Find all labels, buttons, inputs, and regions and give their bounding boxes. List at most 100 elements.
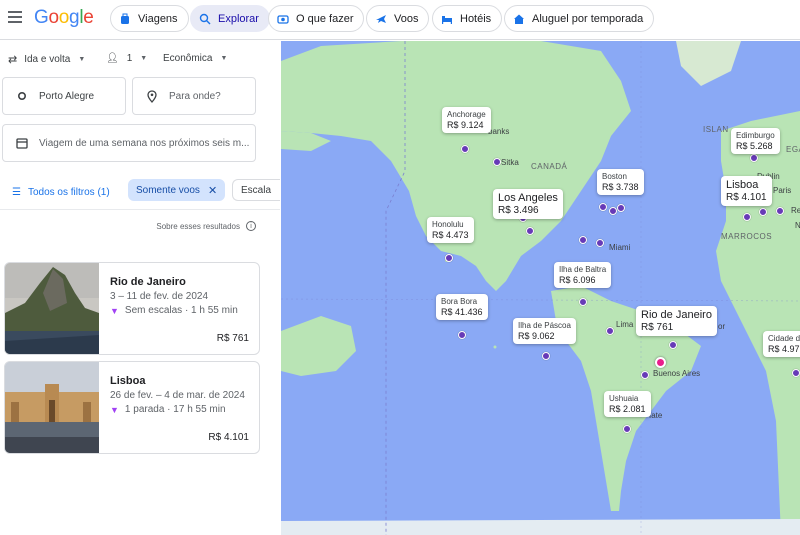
- nav-label: O que fazer: [296, 12, 354, 25]
- nav-label: Voos: [394, 12, 419, 25]
- house-icon: [513, 13, 525, 25]
- bubble-price: R$ 3.496: [498, 205, 539, 216]
- result-card-rio[interactable]: Rio de Janeiro 3 – 11 de fev. de 2024 ▼ …: [4, 262, 260, 355]
- filter-icon: ☰: [12, 187, 21, 198]
- filter-chip-escalas[interactable]: Escala: [232, 179, 280, 201]
- map-pin[interactable]: [669, 341, 677, 349]
- nav-label: Hotéis: [460, 12, 492, 25]
- map-label-miami: Miami: [609, 243, 631, 252]
- price-bubble-cidade[interactable]: Cidade d R$ 4.97: [763, 331, 800, 357]
- top-bar: Google Viagens Explorar O que fazer Voos…: [0, 0, 800, 40]
- map-label-or: or: [718, 322, 726, 331]
- price-bubble-honolulu[interactable]: Honolulu R$ 4.473: [427, 217, 474, 243]
- filter-chip-somente-voos[interactable]: Somente voos ✕: [128, 179, 226, 201]
- map-pin[interactable]: [776, 207, 784, 215]
- result-price: R$ 761: [216, 333, 249, 344]
- map-label-n: N: [795, 221, 800, 230]
- airline-icon: ▼: [110, 305, 119, 316]
- all-filters-label: Todos os filtros (1): [27, 187, 110, 198]
- map-pin[interactable]: [743, 213, 751, 221]
- result-stops: ▼ Sem escalas · 1 h 55 min: [110, 305, 238, 316]
- passengers-select[interactable]: 👤︎ 1 ▼: [106, 53, 147, 64]
- cabin-class-select[interactable]: Econômica ▼: [163, 53, 227, 64]
- map-pin[interactable]: [750, 154, 758, 162]
- destination-field[interactable]: Para onde?: [132, 77, 256, 115]
- map-pin[interactable]: [461, 145, 469, 153]
- origin-circle-icon: [15, 89, 29, 103]
- menu-icon[interactable]: [8, 11, 22, 25]
- map-label-noruega: EGA: [786, 145, 800, 154]
- nav-viagens[interactable]: Viagens: [110, 5, 189, 32]
- price-bubble-ushuaia[interactable]: Ushuaia R$ 2.081: [604, 391, 651, 417]
- swap-arrows-icon: ⇄: [8, 54, 18, 66]
- nav-label: Aluguel por temporada: [532, 12, 644, 25]
- dates-placeholder: Viagem de uma semana nos próximos seis m…: [39, 137, 250, 149]
- bubble-city: Honolulu: [432, 220, 464, 229]
- bubble-city: Boston: [602, 172, 627, 181]
- map-pin[interactable]: [792, 369, 800, 377]
- origin-field[interactable]: Porto Alegre: [2, 77, 126, 115]
- result-city: Lisboa: [110, 375, 146, 387]
- map-pin[interactable]: [641, 371, 649, 379]
- map-pin[interactable]: [759, 208, 767, 216]
- close-icon[interactable]: ✕: [208, 184, 217, 197]
- chevron-down-icon: ▼: [220, 55, 228, 62]
- price-bubble-los-angeles[interactable]: Los Angeles R$ 3.496: [493, 189, 563, 219]
- origin-marker[interactable]: [655, 357, 666, 368]
- map-pin[interactable]: [526, 227, 534, 235]
- about-results[interactable]: Sobre esses resultados i: [156, 221, 256, 231]
- nav-hoteis[interactable]: Hotéis: [432, 5, 503, 32]
- price-bubble-ilha-de-pascoa[interactable]: Ilha de Páscoa R$ 9.062: [513, 318, 576, 344]
- price-bubble-lisboa[interactable]: Lisboa R$ 4.101: [721, 176, 772, 206]
- calendar-icon: [15, 136, 29, 150]
- result-stops-label: Sem escalas · 1 h 55 min: [124, 305, 238, 316]
- map-pin[interactable]: [617, 204, 625, 212]
- map-label-re: Re: [791, 206, 800, 215]
- destination-placeholder: Para onde?: [169, 90, 221, 102]
- all-filters-button[interactable]: ☰ Todos os filtros (1): [12, 187, 110, 198]
- dates-field[interactable]: Viagem de uma semana nos próximos seis m…: [2, 124, 256, 162]
- bubble-city: Lisboa: [726, 179, 759, 191]
- airline-icon: ▼: [110, 404, 119, 415]
- bubble-city: Anchorage: [447, 110, 486, 119]
- map-label-sitka: Sitka: [501, 158, 519, 167]
- map-label-canada: CANADÁ: [531, 162, 568, 171]
- map-pin[interactable]: [579, 236, 587, 244]
- google-logo[interactable]: Google: [34, 7, 94, 29]
- bubble-price: R$ 41.436: [441, 307, 483, 317]
- map-pin[interactable]: [623, 425, 631, 433]
- nav-explorar[interactable]: Explorar: [190, 5, 270, 32]
- map-pin[interactable]: [445, 254, 453, 262]
- price-bubble-edimburgo[interactable]: Edimburgo R$ 5.268: [731, 128, 780, 154]
- map-pin[interactable]: [599, 203, 607, 211]
- nav-voos[interactable]: Voos: [366, 5, 430, 32]
- search-panel: ⇄ Ida e volta ▼ 👤︎ 1 ▼ Econômica ▼ Porto…: [0, 41, 280, 535]
- map-pin[interactable]: [609, 207, 617, 215]
- result-card-lisboa[interactable]: Lisboa 26 de fev. – 4 de mar. de 2024 ▼ …: [4, 361, 260, 454]
- price-bubble-bora-bora[interactable]: Bora Bora R$ 41.436: [436, 294, 488, 320]
- nav-aluguel[interactable]: Aluguel por temporada: [504, 5, 655, 32]
- bubble-city: Rio de Janeiro: [641, 309, 712, 321]
- nav-label: Explorar: [218, 12, 259, 25]
- map-pin[interactable]: [493, 158, 501, 166]
- map-label-fate: fate: [649, 411, 663, 420]
- price-bubble-boston[interactable]: Boston R$ 3.738: [597, 169, 644, 195]
- camera-icon: [277, 13, 289, 25]
- price-bubble-anchorage[interactable]: Anchorage R$ 9.124: [442, 107, 491, 133]
- bubble-price: R$ 2.081: [609, 404, 646, 414]
- explore-map[interactable]: CANADÁ MARROCOS ISLAN EGA banks Sitka Mi…: [281, 41, 800, 535]
- chevron-down-icon: ▼: [140, 55, 148, 62]
- map-pin[interactable]: [606, 327, 614, 335]
- map-pin[interactable]: [458, 331, 466, 339]
- suitcase-icon: [119, 13, 131, 25]
- price-bubble-ilha-de-baltra[interactable]: Ilha de Baltra R$ 6.096: [554, 262, 612, 288]
- bubble-price: R$ 9.124: [447, 120, 484, 130]
- bubble-city: Los Angeles: [498, 192, 558, 204]
- price-bubble-rio-de-janeiro[interactable]: Rio de Janeiro R$ 761: [636, 306, 717, 336]
- filter-chip-label: Somente voos: [136, 184, 200, 196]
- map-pin[interactable]: [596, 239, 604, 247]
- map-pin[interactable]: [579, 298, 587, 306]
- map-pin[interactable]: [542, 352, 550, 360]
- nav-o-que-fazer[interactable]: O que fazer: [268, 5, 365, 32]
- trip-type-select[interactable]: ⇄ Ida e volta ▼: [8, 53, 85, 66]
